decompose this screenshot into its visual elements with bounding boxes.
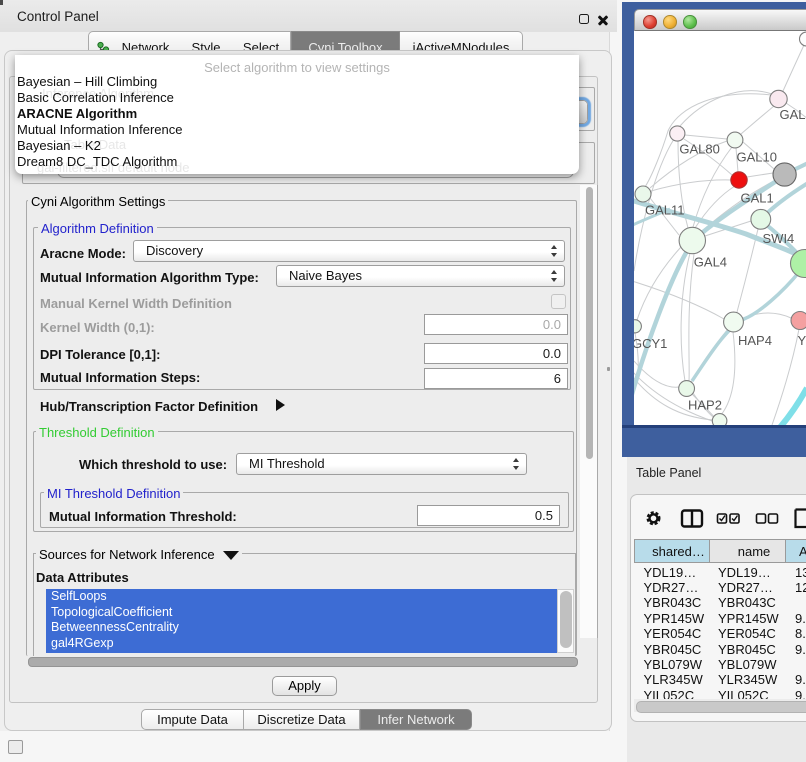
svg-text:HAP2: HAP2 (688, 398, 722, 413)
svg-text:GAL1: GAL1 (741, 191, 774, 206)
svg-text:GAL7: GAL7 (780, 107, 806, 122)
svg-text:GAL10: GAL10 (737, 150, 777, 165)
svg-text:HAP4: HAP4 (738, 333, 772, 348)
svg-text:GAL11: GAL11 (645, 203, 685, 218)
svg-text:GCY1: GCY1 (634, 336, 667, 351)
svg-text:Y: Y (798, 333, 806, 348)
svg-text:GAL80: GAL80 (679, 142, 719, 157)
svg-text:GAL4: GAL4 (694, 255, 727, 270)
svg-text:SWI4: SWI4 (763, 231, 795, 246)
